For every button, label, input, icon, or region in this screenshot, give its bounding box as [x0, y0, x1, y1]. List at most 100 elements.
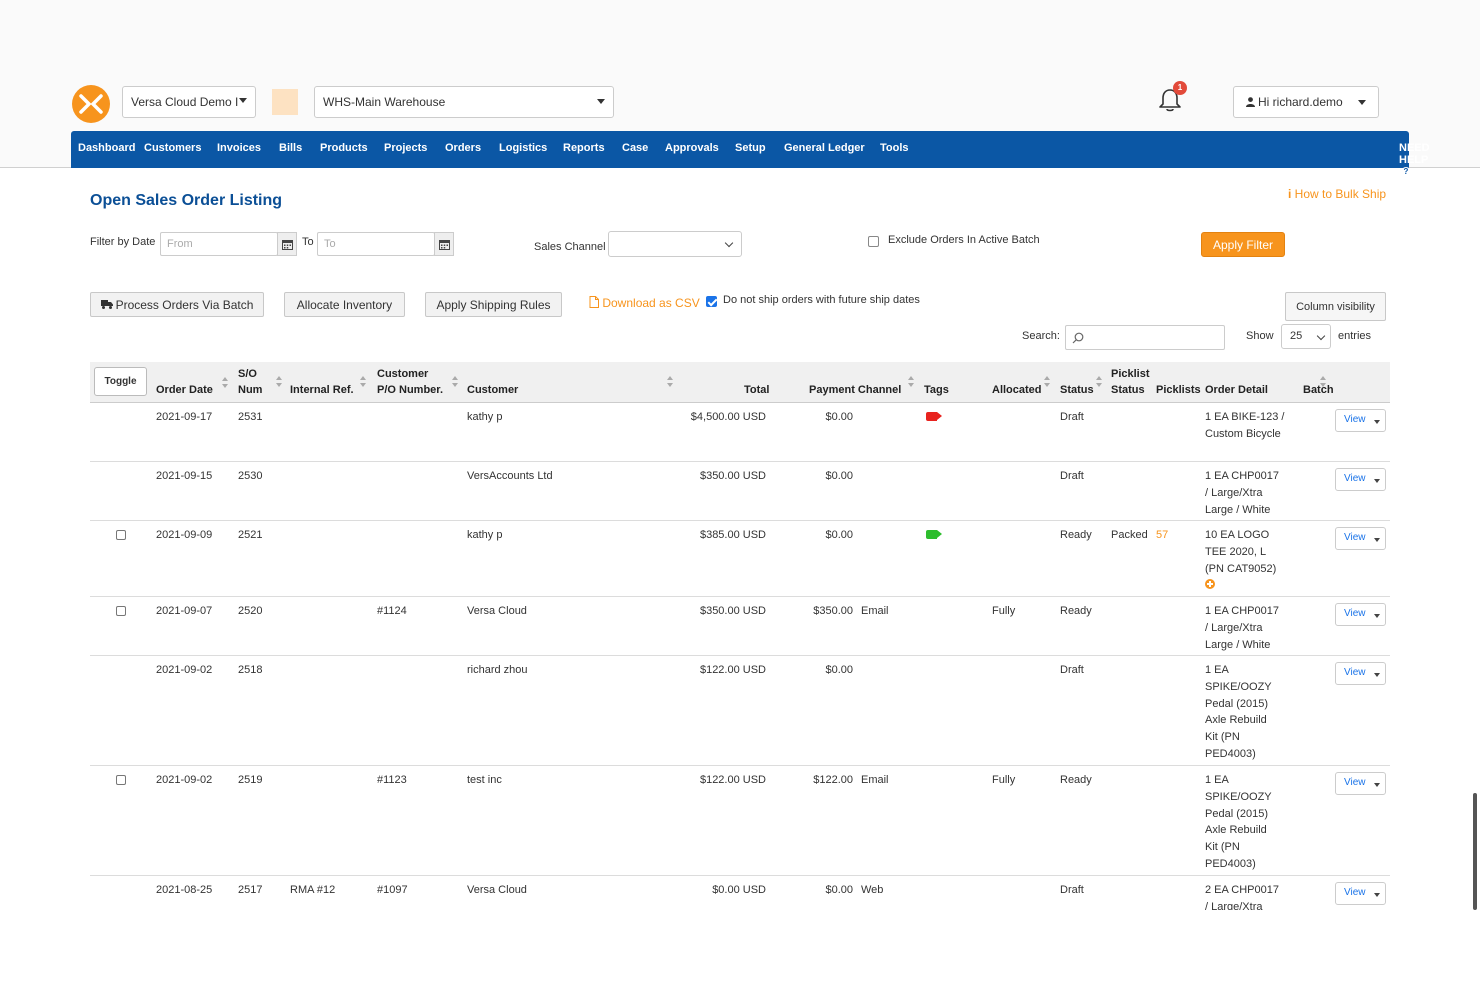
- user-icon: [1246, 97, 1255, 107]
- nav-reports[interactable]: Reports: [563, 142, 605, 154]
- view-button[interactable]: View: [1335, 468, 1386, 491]
- payment-cell: $0.00: [825, 884, 853, 896]
- so-num-cell[interactable]: 2517: [238, 882, 262, 899]
- nav-case[interactable]: Case: [622, 142, 648, 154]
- nav-logistics[interactable]: Logistics: [499, 142, 547, 154]
- so-num-cell[interactable]: 2521: [238, 527, 262, 544]
- header-customer-po-line2[interactable]: P/O Number.: [377, 382, 443, 398]
- so-num-cell[interactable]: 2519: [238, 772, 262, 789]
- user-menu[interactable]: Hi richard.demo: [1233, 86, 1379, 118]
- header-allocated[interactable]: Allocated: [992, 382, 1042, 398]
- header-status[interactable]: Status: [1060, 382, 1094, 398]
- channel-cell: Email: [861, 605, 889, 617]
- status-cell: Draft: [1060, 411, 1084, 423]
- calendar-icon: [281, 239, 293, 250]
- company-select[interactable]: Versa Cloud Demo I: [122, 86, 256, 118]
- header-customer-po-line1[interactable]: Customer: [377, 366, 428, 382]
- nav-general-ledger[interactable]: General Ledger: [784, 142, 865, 154]
- view-button[interactable]: View: [1335, 527, 1386, 550]
- view-button[interactable]: View: [1335, 772, 1386, 795]
- so-num-cell[interactable]: 2518: [238, 662, 262, 679]
- row-select-checkbox[interactable]: [116, 530, 126, 540]
- nav-tools[interactable]: Tools: [880, 142, 909, 154]
- sales-channel-select[interactable]: [608, 231, 742, 257]
- nav-invoices[interactable]: Invoices: [217, 142, 261, 154]
- nav-setup[interactable]: Setup: [735, 142, 766, 154]
- header-batch[interactable]: Batch: [1303, 382, 1334, 398]
- apply-filter-button[interactable]: Apply Filter: [1201, 232, 1285, 257]
- header-picklist-status-line2[interactable]: Status: [1111, 382, 1145, 398]
- view-button[interactable]: View: [1335, 882, 1386, 905]
- toggle-button[interactable]: Toggle: [94, 367, 147, 396]
- header-picklist-status-line1[interactable]: Picklist: [1111, 366, 1150, 382]
- sort-icon: [1044, 376, 1050, 388]
- caret-down-icon: [1374, 538, 1380, 542]
- table-row[interactable]: 2021-09-15 2530 VersAccounts Ltd $350.00…: [90, 462, 1390, 521]
- table-row[interactable]: 2021-08-25 2517 RMA #12 #1097 Versa Clou…: [90, 876, 1390, 910]
- view-button[interactable]: View: [1335, 662, 1386, 685]
- header-order-detail[interactable]: Order Detail: [1205, 382, 1268, 398]
- allocate-inventory-button[interactable]: Allocate Inventory: [284, 292, 405, 317]
- need-help-link[interactable]: NEED HELP?: [1399, 142, 1430, 178]
- table-row[interactable]: 2021-09-09 2521 kathy p $385.00 USD $0.0…: [90, 521, 1390, 597]
- table-row[interactable]: 2021-09-07 2520 #1124 Versa Cloud $350.0…: [90, 597, 1390, 656]
- download-csv-link[interactable]: Download as CSV: [589, 296, 700, 310]
- so-num-cell[interactable]: 2531: [238, 409, 262, 426]
- vertical-scrollbar[interactable]: [1473, 793, 1477, 910]
- row-select-checkbox[interactable]: [116, 606, 126, 616]
- nav-products[interactable]: Products: [320, 142, 368, 154]
- nav-orders[interactable]: Orders: [445, 142, 481, 154]
- status-cell: Ready: [1060, 605, 1092, 617]
- table-row[interactable]: 2021-09-02 2518 richard zhou $122.00 USD…: [90, 656, 1390, 766]
- search-input[interactable]: [1065, 325, 1225, 350]
- row-select-checkbox[interactable]: [116, 775, 126, 785]
- column-visibility-button[interactable]: Column visibility: [1285, 292, 1386, 321]
- plus-circle-icon[interactable]: [1205, 579, 1215, 589]
- sales-channel-label: Sales Channel: [534, 241, 606, 253]
- header-tags[interactable]: Tags: [924, 382, 949, 398]
- header-customer[interactable]: Customer: [467, 382, 518, 398]
- header-payment-channel[interactable]: Payment Channel: [809, 382, 901, 398]
- so-num-cell[interactable]: 2530: [238, 468, 262, 485]
- view-label: View: [1344, 532, 1366, 543]
- caret-down-icon: [1358, 100, 1366, 105]
- header-picklists[interactable]: Picklists: [1156, 382, 1201, 398]
- table-row[interactable]: 2021-09-02 2519 #1123 test inc $122.00 U…: [90, 766, 1390, 876]
- table-row[interactable]: 2021-09-17 2531 kathy p $4,500.00 USD $0…: [90, 403, 1390, 462]
- exclude-active-batch-checkbox[interactable]: [868, 236, 879, 247]
- sort-icon: [667, 376, 673, 388]
- nav-projects[interactable]: Projects: [384, 142, 427, 154]
- nav-bills[interactable]: Bills: [279, 142, 302, 154]
- bulk-ship-link[interactable]: i How to Bulk Ship: [1288, 187, 1386, 201]
- header-so-num-line1[interactable]: S/O: [238, 366, 257, 382]
- total-cell: $0.00 USD: [712, 884, 766, 896]
- header-so-num-line2[interactable]: Num: [238, 382, 262, 398]
- view-button[interactable]: View: [1335, 603, 1386, 626]
- warehouse-select[interactable]: WHS-Main Warehouse: [314, 86, 614, 118]
- channel-cell: Email: [861, 774, 889, 786]
- process-batch-button[interactable]: Process Orders Via Batch: [90, 292, 264, 317]
- versa-logo[interactable]: [72, 85, 110, 123]
- picklist-link[interactable]: 57: [1156, 527, 1168, 544]
- customer-po-cell: #1124: [377, 605, 407, 617]
- from-calendar-button[interactable]: [277, 232, 297, 256]
- nav-customers[interactable]: Customers: [144, 142, 201, 154]
- so-num-cell[interactable]: 2520: [238, 603, 262, 620]
- nav-dashboard[interactable]: Dashboard: [78, 142, 135, 154]
- entries-select[interactable]: 25: [1281, 324, 1331, 349]
- to-calendar-button[interactable]: [434, 232, 454, 256]
- header-order-date[interactable]: Order Date: [156, 382, 213, 398]
- payment-cell: $0.00: [825, 411, 853, 423]
- nav-approvals[interactable]: Approvals: [665, 142, 719, 154]
- view-button[interactable]: View: [1335, 409, 1386, 432]
- to-date-input[interactable]: To: [317, 232, 435, 256]
- customer-cell: test inc: [467, 774, 502, 786]
- apply-shipping-rules-button[interactable]: Apply Shipping Rules: [425, 292, 562, 317]
- from-date-input[interactable]: From: [160, 232, 278, 256]
- header-total[interactable]: Total: [744, 382, 769, 398]
- customer-cell: richard zhou: [467, 664, 528, 676]
- no-future-ship-checkbox[interactable]: [706, 296, 717, 307]
- header-internal-ref[interactable]: Internal Ref.: [290, 382, 354, 398]
- caret-down-icon: [597, 99, 605, 104]
- status-cell: Ready: [1060, 774, 1092, 786]
